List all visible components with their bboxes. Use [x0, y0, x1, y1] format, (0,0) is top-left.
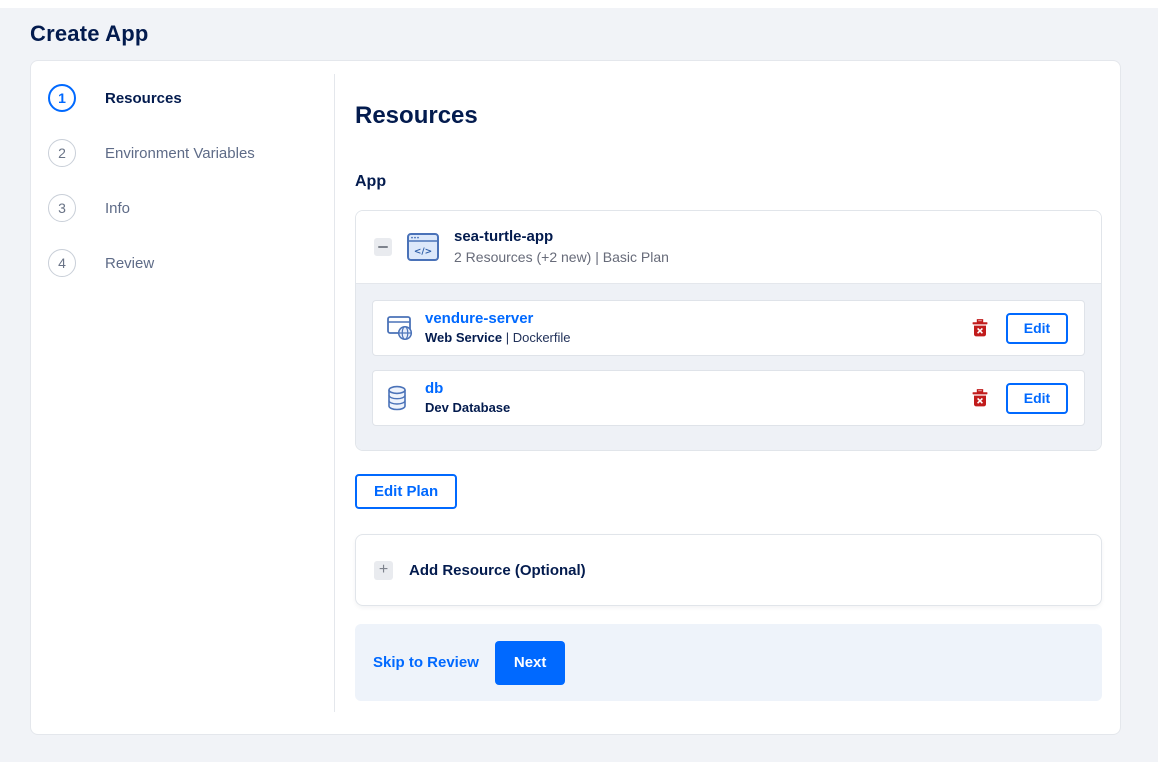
step-3-circle: 3: [48, 194, 76, 222]
app-section-label: App: [355, 173, 387, 190]
bottom-strip: [0, 762, 1158, 769]
web-service-icon: [387, 315, 413, 341]
resource-row: vendure-server Web Service | Dockerfile: [372, 300, 1085, 356]
app-group: </> sea-turtle-app 2 Resources (+2 new) …: [355, 210, 1102, 451]
edit-resource-button[interactable]: Edit: [1006, 382, 1068, 414]
resources-panel: Resources App </> sea-turtle-app 2 Resou…: [335, 61, 1120, 734]
app-window-code-icon: </>: [407, 233, 439, 261]
resource-subtitle: Web Service | Dockerfile: [425, 330, 571, 345]
top-strip: [0, 0, 1158, 8]
skip-to-review-link[interactable]: Skip to Review: [373, 654, 479, 671]
database-icon: [387, 385, 413, 411]
app-group-header: </> sea-turtle-app 2 Resources (+2 new) …: [356, 211, 1101, 283]
resources-heading: Resources: [355, 102, 478, 129]
plus-icon: +: [374, 560, 393, 580]
step-1-label: Resources: [105, 89, 182, 107]
resource-subtitle: Dev Database: [425, 400, 511, 415]
create-app-card: 1 Resources 2 Environment Variables 3 In…: [30, 60, 1121, 735]
app-group-body: vendure-server Web Service | Dockerfile: [356, 283, 1101, 450]
edit-resource-button[interactable]: Edit: [1006, 312, 1068, 344]
step-3-label: Info: [105, 199, 131, 217]
delete-resource-button[interactable]: [972, 318, 988, 338]
step-1-circle: 1: [48, 84, 76, 112]
next-button[interactable]: Next: [494, 640, 566, 685]
edit-plan-button[interactable]: Edit Plan: [355, 474, 458, 509]
collapse-button[interactable]: [374, 238, 392, 256]
minus-icon: [378, 246, 388, 248]
step-resources[interactable]: 1 Resources: [48, 84, 334, 112]
resource-name-link[interactable]: db: [425, 380, 510, 397]
wizard-stepper: 1 Resources 2 Environment Variables 3 In…: [31, 61, 334, 734]
delete-resource-button[interactable]: [972, 388, 988, 408]
app-summary: 2 Resources (+2 new) | Basic Plan: [454, 249, 669, 265]
step-environment-variables[interactable]: 2 Environment Variables: [48, 139, 334, 167]
step-info[interactable]: 3 Info: [48, 194, 334, 222]
wizard-footer: Skip to Review Next: [355, 624, 1102, 701]
add-resource-label: Add Resource (Optional): [409, 561, 586, 579]
page-title: Create App: [30, 21, 149, 46]
step-2-label: Environment Variables: [105, 144, 255, 162]
step-4-label: Review: [105, 254, 155, 272]
step-4-circle: 4: [48, 249, 76, 277]
resource-name-link[interactable]: vendure-server: [425, 310, 571, 327]
svg-text:</>: </>: [414, 247, 432, 257]
resource-row: db Dev Database Edit: [372, 370, 1085, 426]
add-resource-section[interactable]: + Add Resource (Optional): [355, 534, 1102, 606]
step-2-circle: 2: [48, 139, 76, 167]
step-review[interactable]: 4 Review: [48, 249, 334, 277]
app-name: sea-turtle-app: [454, 228, 554, 245]
